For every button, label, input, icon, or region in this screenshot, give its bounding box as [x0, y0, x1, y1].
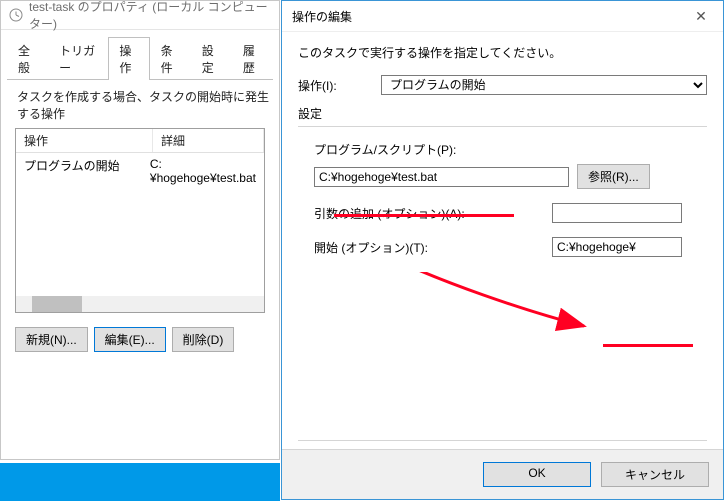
close-button[interactable]: ✕	[679, 1, 723, 31]
window-title: test-task のプロパティ (ローカル コンピューター)	[29, 0, 271, 32]
edit-button[interactable]: 編集(E)...	[94, 327, 166, 352]
actions-list[interactable]: 操作 詳細 プログラムの開始 C:¥hogehoge¥test.bat	[15, 128, 265, 313]
action-buttons: 新規(N)... 編集(E)... 削除(D)	[15, 327, 265, 352]
tab-general[interactable]: 全般	[7, 37, 48, 80]
settings-group: プログラム/スクリプト(P): 参照(R)... 引数の追加 (オプション)(A…	[298, 126, 707, 441]
task-properties-window: test-task のプロパティ (ローカル コンピューター) 全般 トリガー …	[0, 0, 280, 460]
new-button[interactable]: 新規(N)...	[15, 327, 88, 352]
close-icon: ✕	[695, 8, 707, 24]
tab-triggers[interactable]: トリガー	[48, 37, 108, 80]
dialog-footer: OK キャンセル	[282, 449, 723, 499]
horizontal-scrollbar[interactable]	[16, 296, 264, 312]
col-action[interactable]: 操作	[16, 129, 153, 152]
program-input[interactable]	[314, 167, 569, 187]
browse-button[interactable]: 参照(R)...	[577, 164, 650, 189]
args-label: 引数の追加 (オプション)(A):	[314, 205, 544, 222]
cell-action: プログラムの開始	[16, 155, 142, 187]
args-input[interactable]	[552, 203, 682, 223]
delete-button[interactable]: 削除(D)	[172, 327, 235, 352]
taskbar[interactable]	[0, 463, 280, 501]
titlebar[interactable]: test-task のプロパティ (ローカル コンピューター)	[1, 1, 279, 30]
startin-input[interactable]	[552, 237, 682, 257]
tab-settings[interactable]: 設定	[191, 37, 232, 80]
settings-title: 設定	[298, 105, 707, 122]
col-detail[interactable]: 詳細	[153, 129, 264, 152]
table-row[interactable]: プログラムの開始 C:¥hogehoge¥test.bat	[16, 153, 264, 189]
clock-icon	[9, 8, 23, 22]
tab-history[interactable]: 履歴	[232, 37, 273, 80]
startin-label: 開始 (オプション)(T):	[314, 239, 544, 256]
dialog-content: このタスクで実行する操作を指定してください。 操作(I): プログラムの開始 設…	[282, 32, 723, 449]
ok-button[interactable]: OK	[483, 462, 591, 487]
window-title: 操作の編集	[292, 8, 679, 25]
action-select[interactable]: プログラムの開始	[381, 75, 707, 95]
cell-detail: C:¥hogehoge¥test.bat	[142, 155, 264, 187]
tab-subtitle: タスクを作成する場合、タスクの開始時に発生する操作	[1, 80, 279, 128]
action-label: 操作(I):	[298, 77, 373, 94]
instruction-text: このタスクで実行する操作を指定してください。	[298, 44, 707, 61]
titlebar[interactable]: 操作の編集 ✕	[282, 1, 723, 32]
tab-conditions[interactable]: 条件	[150, 37, 191, 80]
list-header: 操作 詳細	[16, 129, 264, 153]
cancel-button[interactable]: キャンセル	[601, 462, 709, 487]
tab-actions[interactable]: 操作	[108, 37, 149, 80]
edit-action-window: 操作の編集 ✕ このタスクで実行する操作を指定してください。 操作(I): プロ…	[281, 0, 724, 500]
tabs: 全般 トリガー 操作 条件 設定 履歴	[7, 36, 273, 80]
annotation-underline	[603, 344, 693, 347]
annotation-arrow	[359, 272, 639, 342]
program-label: プログラム/スクリプト(P):	[314, 141, 707, 158]
scrollbar-thumb[interactable]	[32, 296, 82, 312]
